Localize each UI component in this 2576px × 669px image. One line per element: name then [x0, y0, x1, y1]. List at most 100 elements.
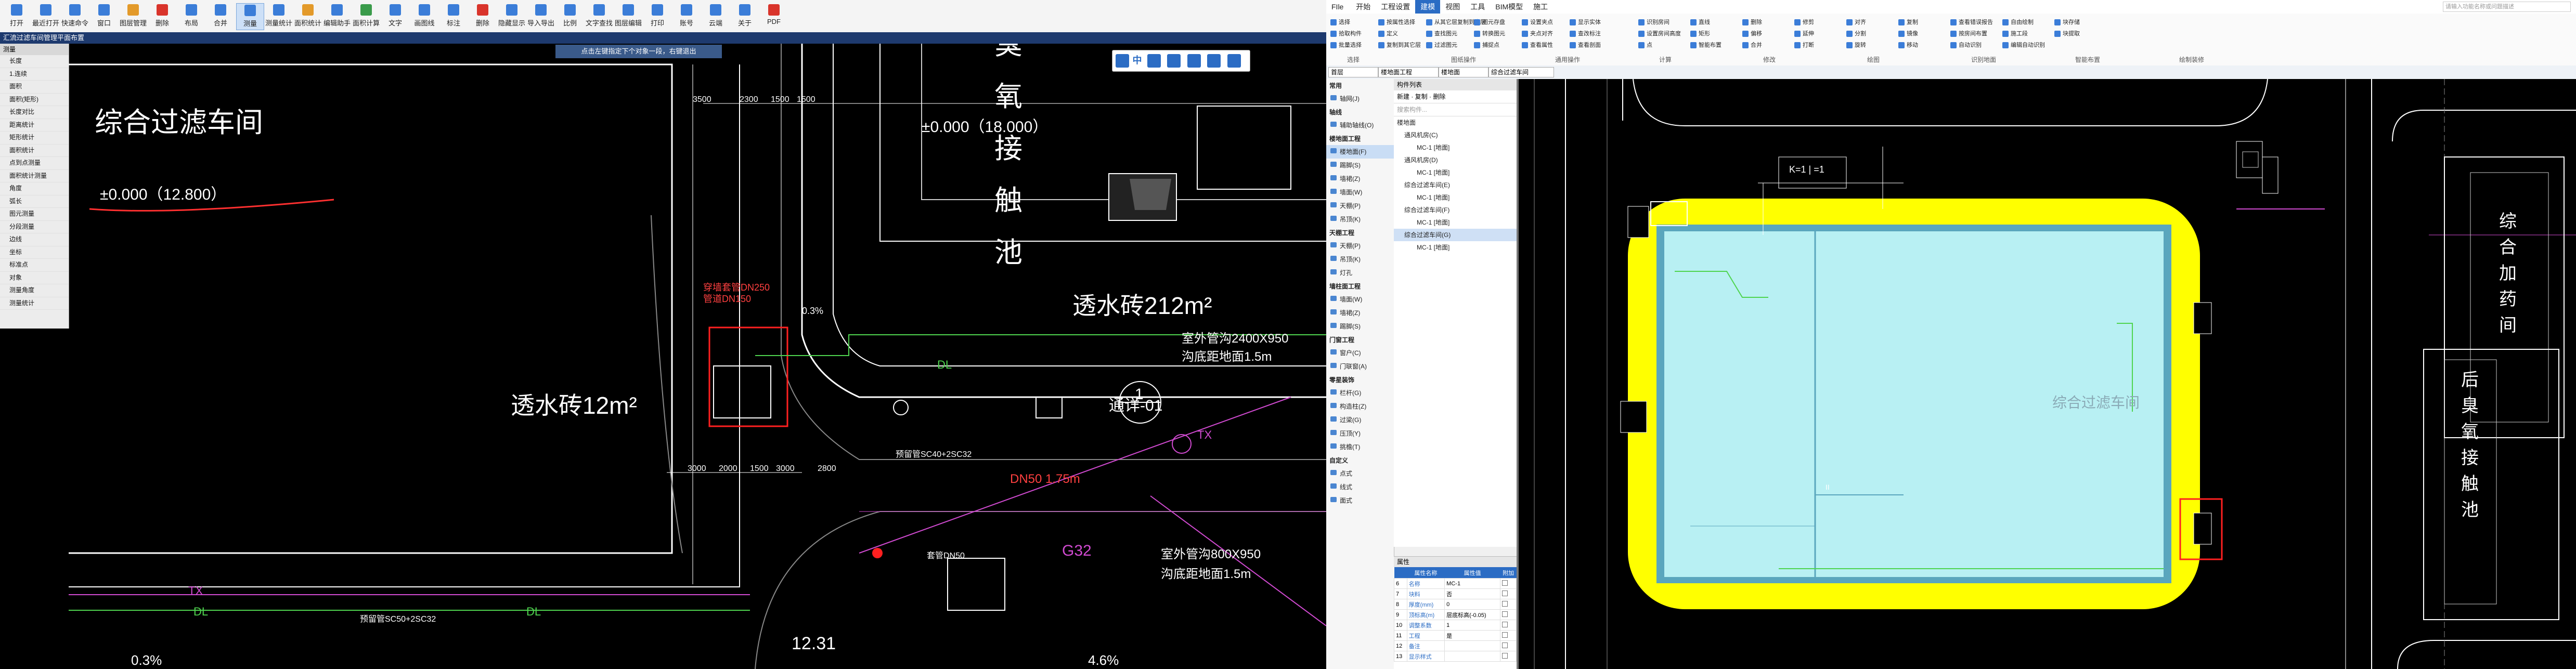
ribbon-tool[interactable]: 夹点对齐: [1522, 29, 1553, 37]
tree-group[interactable]: 综合过滤车间(G): [1394, 229, 1517, 241]
tree-leaf[interactable]: MC-1 [地面]: [1394, 191, 1517, 204]
ribbon-tool[interactable]: 自动识别: [1950, 41, 1982, 49]
floating-tool-icon[interactable]: [1167, 54, 1181, 68]
measure-tool-item[interactable]: 点到点测量: [0, 157, 69, 170]
toolbar-button[interactable]: 编辑助手: [323, 3, 351, 29]
ribbon-tool[interactable]: 查改标注: [1570, 29, 1601, 37]
ribbon-tool[interactable]: 分割: [1846, 29, 1866, 37]
component-list-tools[interactable]: 新建 · 复制 · 删除: [1394, 90, 1517, 103]
nav-item[interactable]: 面式: [1326, 494, 1394, 507]
ribbon-tool[interactable]: 过滤图元: [1426, 41, 1457, 49]
tree-group[interactable]: 综合过滤车间(E): [1394, 179, 1517, 191]
ribbon-tool[interactable]: 合并: [1742, 41, 1762, 49]
ribbon-tool[interactable]: 查看错误报告: [1950, 18, 1993, 26]
toolbar-button[interactable]: 窗口: [90, 3, 118, 29]
measure-tool-item[interactable]: 测量统计: [0, 297, 69, 310]
ribbon-tool[interactable]: 修剪: [1794, 18, 1814, 26]
toolbar-button[interactable]: 账号: [673, 3, 700, 29]
floor-select[interactable]: 首层: [1328, 67, 1378, 77]
ribbon-tool[interactable]: 矩形: [1690, 29, 1710, 37]
ribbon-tool[interactable]: 自由绘制: [2002, 18, 2034, 26]
tree-group[interactable]: 综合过滤车间(F): [1394, 204, 1517, 216]
nav-item[interactable]: 点式: [1326, 467, 1394, 480]
prop-cell-val[interactable]: [1444, 651, 1501, 662]
nav-item[interactable]: 挑檐(T): [1326, 440, 1394, 454]
prop-attach-checkbox[interactable]: [1500, 588, 1517, 599]
prop-cell-val[interactable]: 层底标高(-0.05): [1444, 609, 1501, 620]
toolbar-button[interactable]: 关于: [731, 3, 758, 29]
tree-leaf[interactable]: MC-1 [地面]: [1394, 141, 1517, 154]
cad-drawing-canvas-left[interactable]: 综合过滤车间 ±0.000（12.800） ±0.000（18.000） 臭 氧…: [69, 44, 1326, 669]
nav-category[interactable]: 轴线: [1326, 106, 1394, 119]
toolbar-button[interactable]: 删除: [469, 3, 496, 29]
tree-root[interactable]: 楼地面: [1394, 116, 1517, 129]
ribbon-tool[interactable]: 按房间布置: [1950, 29, 1987, 37]
ribbon-tool[interactable]: 直线: [1690, 18, 1710, 26]
nav-category[interactable]: 自定义: [1326, 454, 1394, 467]
nav-category[interactable]: 门窗工程: [1326, 333, 1394, 346]
prop-cell-val[interactable]: 否: [1444, 588, 1501, 599]
toolbar-button[interactable]: 测量: [236, 3, 264, 30]
prop-row[interactable]: 7 块料否: [1394, 588, 1517, 599]
type-select[interactable]: 楼地面: [1439, 67, 1488, 77]
menu-tab[interactable]: 工具: [1465, 0, 1490, 14]
ribbon-tool[interactable]: 查看剖面: [1570, 41, 1601, 49]
toolbar-button[interactable]: 标注: [440, 3, 467, 29]
menu-tab[interactable]: 视图: [1440, 0, 1465, 14]
nav-item[interactable]: 栏杆(G): [1326, 386, 1394, 400]
toolbar-button[interactable]: 最近打开: [32, 3, 59, 29]
nav-item[interactable]: 墙裙(Z): [1326, 306, 1394, 320]
tree-leaf[interactable]: MC-1 [地面]: [1394, 241, 1517, 254]
menu-file[interactable]: FIle: [1326, 0, 1349, 14]
floating-lang-label[interactable]: 中: [1132, 55, 1142, 65]
ribbon-tool[interactable]: 块存储: [2054, 18, 2080, 26]
menu-tab[interactable]: 工程设置: [1376, 0, 1415, 14]
measure-tool-item[interactable]: 分段测量: [0, 221, 69, 233]
floating-tool-icon[interactable]: [1207, 54, 1221, 68]
nav-item[interactable]: 压顶(Y): [1326, 427, 1394, 440]
model-canvas[interactable]: 综合过滤车间 K=1 | =1 II 综 合 加 药 间 后 臭 氧 接 触 池: [1519, 79, 2576, 669]
help-search-input[interactable]: 请输入功能名称或问题描述: [2443, 2, 2571, 12]
floating-tool-icon[interactable]: [1147, 54, 1161, 68]
floating-snap-toolbar[interactable]: 中: [1112, 50, 1250, 72]
toolbar-button[interactable]: 面积计算: [353, 3, 380, 29]
prop-attach-checkbox[interactable]: [1500, 640, 1517, 651]
nav-item[interactable]: 门联窗(A): [1326, 360, 1394, 373]
measure-tool-item[interactable]: 标准点: [0, 259, 69, 272]
toolbar-button[interactable]: 比例: [556, 3, 584, 29]
prop-cell-val[interactable]: 1: [1444, 620, 1501, 631]
toolbar-button[interactable]: 打开: [3, 3, 30, 29]
ribbon-tool[interactable]: 对齐: [1846, 18, 1866, 26]
floating-tool-icon[interactable]: [1227, 54, 1241, 68]
measure-tool-item[interactable]: 长度对比: [0, 106, 69, 119]
toolbar-button[interactable]: 快速命令: [61, 3, 88, 29]
measure-tool-item[interactable]: 弧长: [0, 195, 69, 208]
tree-leaf[interactable]: MC-1 [地面]: [1394, 216, 1517, 229]
toolbar-button[interactable]: 布局: [178, 3, 205, 29]
ribbon-tool[interactable]: 定义: [1378, 29, 1398, 37]
prop-attach-checkbox[interactable]: [1500, 630, 1517, 641]
tree-group[interactable]: 通风机房(D): [1394, 154, 1517, 166]
ribbon-tool[interactable]: 移动: [1898, 41, 1918, 49]
prop-attach-checkbox[interactable]: [1500, 620, 1517, 631]
prop-cell-val[interactable]: [1444, 640, 1501, 651]
toolbar-button[interactable]: 导入导出: [527, 3, 554, 29]
ribbon-tool[interactable]: 图元存盘: [1474, 18, 1505, 26]
prop-row[interactable]: 9 顶标高(m) 层底标高(-0.05): [1394, 609, 1517, 620]
prop-row[interactable]: 6 名称 MC-1: [1394, 578, 1517, 589]
prop-row[interactable]: 13 显示样式: [1394, 651, 1517, 662]
ribbon-tool[interactable]: 设置夹点: [1522, 18, 1553, 26]
nav-item[interactable]: 灯孔: [1326, 266, 1394, 280]
ribbon-tool[interactable]: 查找图元: [1426, 29, 1457, 37]
measure-tool-item[interactable]: 图元测量: [0, 208, 69, 221]
measure-tool-item[interactable]: 边线: [0, 233, 69, 246]
ribbon-tool[interactable]: 设置房间高度: [1638, 29, 1681, 37]
prop-cell-val[interactable]: MC-1: [1444, 578, 1501, 589]
ribbon-tool[interactable]: 镜像: [1898, 29, 1918, 37]
ribbon-tool[interactable]: 复制: [1898, 18, 1918, 26]
tree-group[interactable]: 通风机房(C): [1394, 129, 1517, 141]
floating-tool-icon[interactable]: [1116, 54, 1129, 68]
category-select[interactable]: 楼地面工程: [1378, 67, 1439, 77]
ribbon-tool[interactable]: 块提取: [2054, 29, 2080, 37]
prop-row[interactable]: 10 调整系数 1: [1394, 620, 1517, 631]
